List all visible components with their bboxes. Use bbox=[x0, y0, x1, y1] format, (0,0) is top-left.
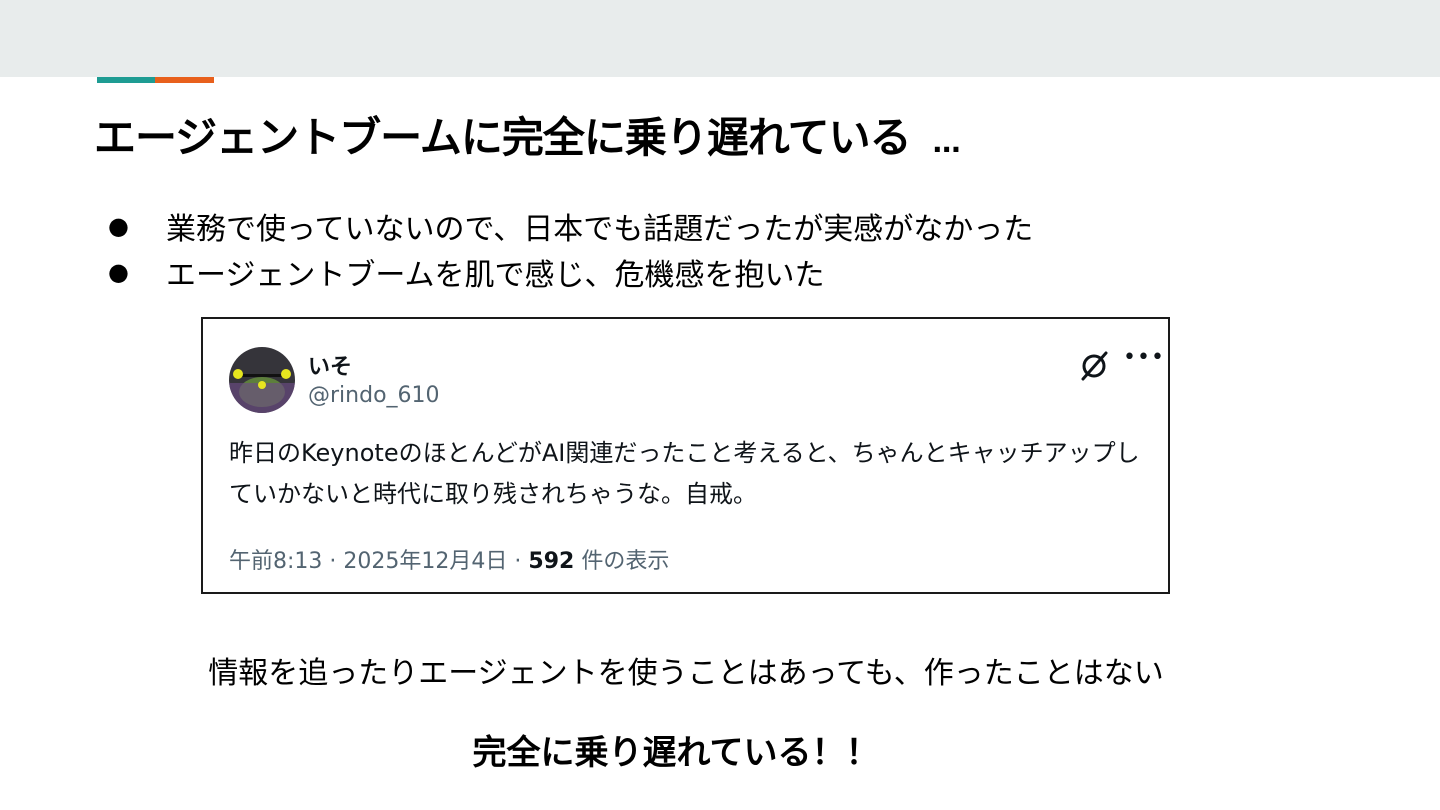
tweet-handle[interactable]: @rindo_610 bbox=[308, 383, 440, 408]
tweet-display-name[interactable]: いそ bbox=[308, 349, 352, 381]
tweet-time[interactable]: 午前8:13 bbox=[229, 549, 322, 574]
avatar-shape bbox=[258, 381, 266, 389]
tweet-date[interactable]: 2025年12月4日 bbox=[343, 549, 507, 574]
bullet-dot-icon: ● bbox=[108, 258, 129, 286]
slide-header-band bbox=[0, 0, 1440, 77]
bullet-item: ● エージェントブームを肌で感じ、危機感を抱いた bbox=[108, 249, 1033, 295]
bullet-text: 業務で使っていないので、日本でも話題だったが実感がなかった bbox=[166, 212, 1034, 247]
bullet-list: ● 業務で使っていないので、日本でも話題だったが実感がなかった ● エージェントブー… bbox=[108, 203, 1033, 295]
bullet-dot-icon: ● bbox=[108, 212, 129, 240]
slide-title: エージェントブームに完全に乗り遅れている … bbox=[94, 104, 961, 165]
slide-title-text: エージェントブームに完全に乗り遅れている bbox=[94, 113, 912, 162]
tweet-meta: 午前8:13 · 2025年12月4日 · 592 件の表示 bbox=[229, 543, 669, 575]
tweet-view-label: 件の表示 bbox=[581, 549, 670, 574]
embedded-tweet[interactable]: いそ @rindo_610 ••• 昨日のKeynoteのほとんどがAI関連だっ… bbox=[201, 317, 1170, 594]
accent-bar-teal bbox=[97, 77, 155, 83]
avatar[interactable] bbox=[229, 347, 295, 413]
title-ellipsis: … bbox=[932, 126, 961, 159]
meta-separator: · bbox=[329, 549, 337, 574]
avatar-shape bbox=[281, 369, 291, 379]
tweet-text: 昨日のKeynoteのほとんどがAI関連だったこと考えると、ちゃんとキャッチアッ… bbox=[229, 439, 1140, 508]
bullet-item: ● 業務で使っていないので、日本でも話題だったが実感がなかった bbox=[108, 203, 1033, 249]
translate-off-icon[interactable] bbox=[1077, 349, 1111, 383]
accent-bar-orange bbox=[155, 77, 214, 83]
more-icon[interactable]: ••• bbox=[1123, 345, 1165, 370]
tweet-view-count: 592 bbox=[528, 549, 575, 574]
meta-separator: · bbox=[514, 549, 522, 574]
avatar-shape bbox=[233, 369, 243, 379]
caption-text: 情報を追ったりエージェントを使うことはあっても、作ったことはない bbox=[208, 656, 1164, 691]
bullet-text: エージェントブームを肌で感じ、危機感を抱いた bbox=[166, 258, 825, 293]
conclusion-text: 完全に乗り遅れている！！ bbox=[472, 733, 880, 773]
